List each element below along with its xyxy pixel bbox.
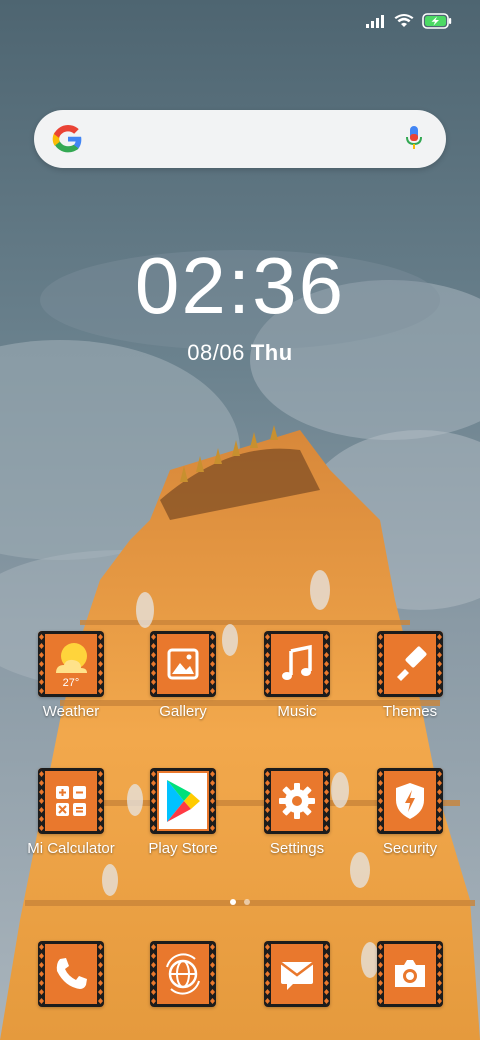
themes-app-tile[interactable] bbox=[377, 631, 443, 697]
camera-app-tile[interactable] bbox=[377, 941, 443, 1007]
app-label: Mi Calculator bbox=[27, 840, 115, 857]
calculator-app-tile[interactable] bbox=[38, 768, 104, 834]
play-store-app-tile[interactable] bbox=[150, 768, 216, 834]
google-search-bar[interactable] bbox=[34, 110, 446, 168]
app-weather[interactable]: 27° Weather bbox=[15, 631, 127, 720]
dock-phone[interactable] bbox=[15, 941, 127, 1007]
page-dot-active bbox=[230, 899, 236, 905]
app-label: Music bbox=[277, 703, 317, 720]
signal-icon bbox=[366, 15, 384, 28]
play-store-icon bbox=[159, 773, 207, 829]
dock-camera[interactable] bbox=[354, 941, 466, 1007]
gallery-icon bbox=[167, 648, 199, 680]
weekday-text: Thu bbox=[250, 340, 293, 365]
clock-widget[interactable]: 02:36 08/06 Thu bbox=[0, 240, 480, 366]
app-settings[interactable]: Settings bbox=[241, 768, 353, 857]
app-label: Gallery bbox=[159, 703, 207, 720]
browser-app-tile[interactable] bbox=[150, 941, 216, 1007]
gallery-app-tile[interactable] bbox=[150, 631, 216, 697]
wifi-icon bbox=[394, 14, 414, 27]
app-label: Security bbox=[382, 840, 438, 857]
music-icon bbox=[282, 644, 312, 680]
settings-icon bbox=[279, 783, 315, 819]
themes-icon bbox=[397, 646, 427, 681]
app-security[interactable]: Security bbox=[354, 768, 466, 857]
settings-app-tile[interactable] bbox=[264, 768, 330, 834]
weather-temperature: 27° bbox=[62, 677, 80, 689]
app-label: Play Store bbox=[148, 840, 218, 857]
microphone-icon[interactable] bbox=[404, 125, 424, 153]
camera-icon bbox=[395, 960, 425, 987]
google-logo-icon bbox=[52, 125, 82, 153]
app-label: Themes bbox=[382, 703, 438, 720]
messaging-icon bbox=[280, 962, 314, 990]
page-indicator[interactable] bbox=[0, 899, 480, 905]
dock-messaging[interactable] bbox=[241, 941, 353, 1007]
app-label: Settings bbox=[269, 840, 325, 857]
browser-icon bbox=[166, 953, 200, 995]
app-music[interactable]: Music bbox=[241, 631, 353, 720]
phone-app-tile[interactable] bbox=[38, 941, 104, 1007]
security-icon bbox=[396, 783, 424, 819]
app-play-store[interactable]: Play Store bbox=[127, 768, 239, 857]
security-app-tile[interactable] bbox=[377, 768, 443, 834]
battery-charging-icon bbox=[422, 13, 452, 29]
phone-icon bbox=[56, 958, 87, 989]
page-dot bbox=[244, 899, 250, 905]
app-themes[interactable]: Themes bbox=[354, 631, 466, 720]
app-mi-calculator[interactable]: Mi Calculator bbox=[15, 768, 127, 857]
clock-time: 02:36 bbox=[134, 241, 346, 330]
status-bar bbox=[366, 10, 452, 32]
weather-app-tile[interactable]: 27° bbox=[38, 631, 104, 697]
messaging-app-tile[interactable] bbox=[264, 941, 330, 1007]
date-text: 08/06 bbox=[187, 340, 245, 365]
clock-date: 08/06 Thu bbox=[0, 340, 480, 366]
calculator-icon bbox=[56, 786, 86, 816]
music-app-tile[interactable] bbox=[264, 631, 330, 697]
app-label: Weather bbox=[42, 703, 100, 720]
dock-browser[interactable] bbox=[127, 941, 239, 1007]
app-gallery[interactable]: Gallery bbox=[127, 631, 239, 720]
